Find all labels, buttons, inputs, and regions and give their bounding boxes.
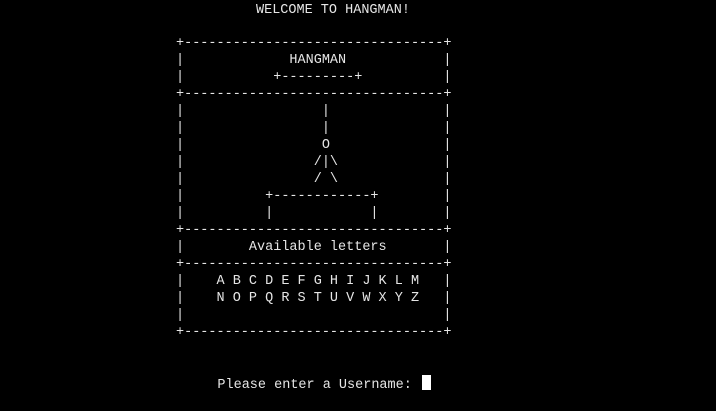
hangman-body-arms: | /|\ | xyxy=(176,155,452,170)
board-divider: +--------------------------------+ xyxy=(176,87,452,102)
text-cursor xyxy=(421,375,431,390)
terminal-window[interactable]: WELCOME TO HANGMAN! +-------------------… xyxy=(0,0,716,410)
gallows-platform-legs: | | | | xyxy=(176,206,452,221)
board-border-top: +--------------------------------+ xyxy=(176,36,452,51)
available-letters-heading: | Available letters | xyxy=(176,240,452,255)
welcome-title: WELCOME TO HANGMAN! xyxy=(256,3,410,18)
gallows-rope-line: | | | xyxy=(176,104,452,119)
board-border-bottom: +--------------------------------+ xyxy=(176,325,452,340)
gallows-rope-line: | | | xyxy=(176,121,452,136)
board-title-underline: | +---------+ | xyxy=(176,70,452,85)
username-prompt-label: Please enter a Username: xyxy=(217,378,420,393)
letters-row-n-z: | N O P Q R S T U V W X Y Z | xyxy=(176,291,452,306)
board-empty-row: | | xyxy=(176,308,452,323)
gallows-platform: | +------------+ | xyxy=(176,189,452,204)
hangman-head: | O | xyxy=(176,138,452,153)
board-divider: +--------------------------------+ xyxy=(176,257,452,272)
letters-row-a-m: | A B C D E F G H I J K L M | xyxy=(176,274,452,289)
username-input[interactable]: Please enter a Username: xyxy=(185,358,431,411)
board-divider: +--------------------------------+ xyxy=(176,223,452,238)
board-title-hangman: | HANGMAN | xyxy=(176,53,452,68)
hangman-legs: | / \ | xyxy=(176,172,452,187)
